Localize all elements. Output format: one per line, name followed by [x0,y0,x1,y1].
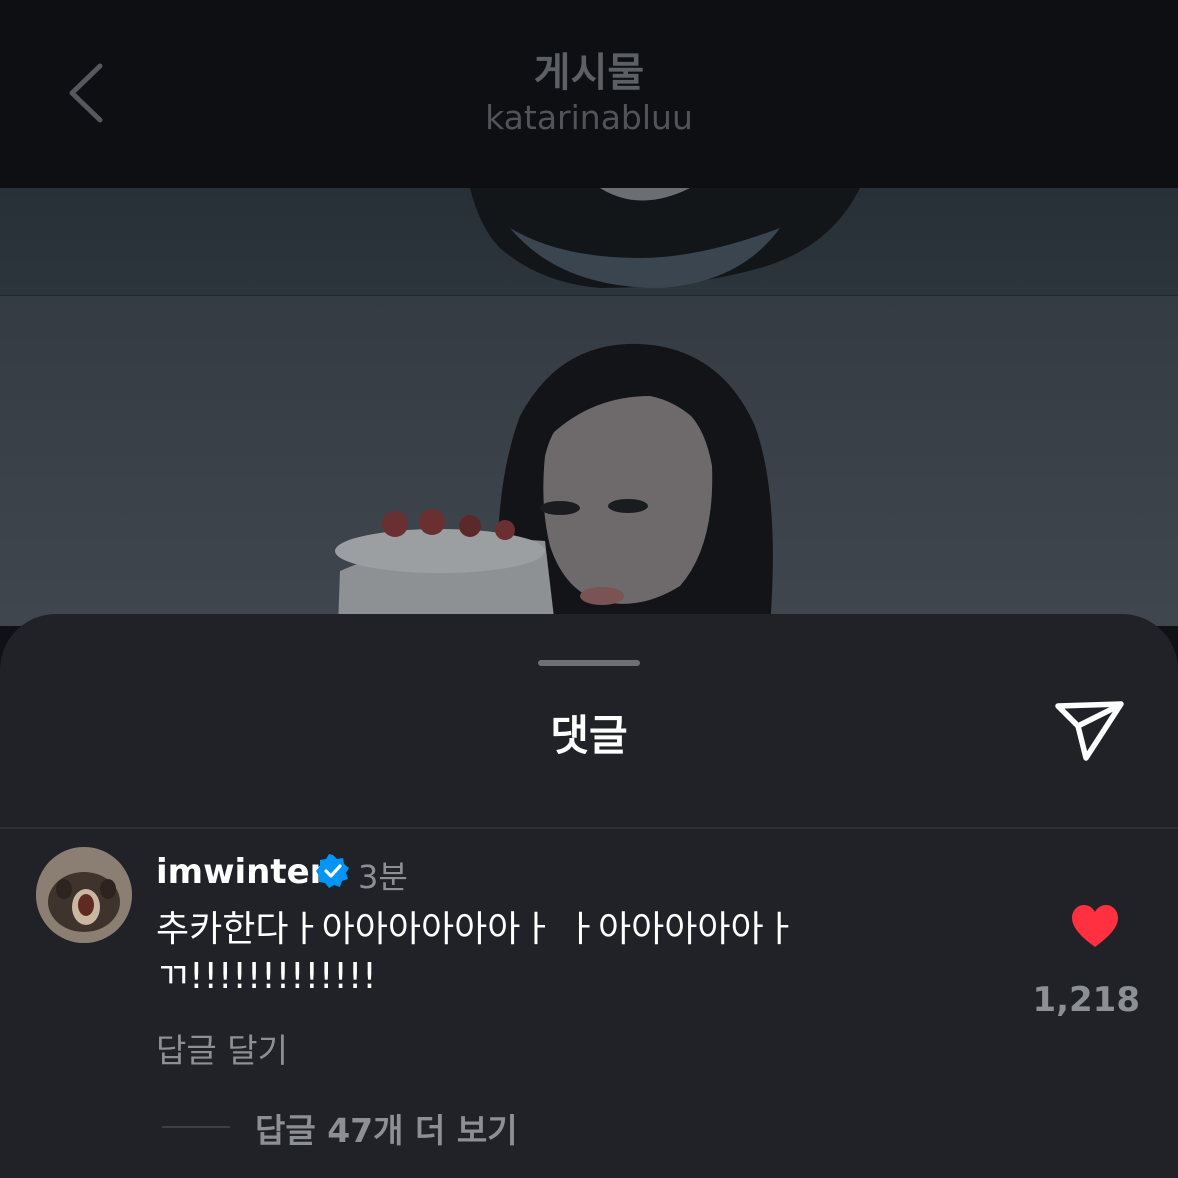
heart-like-icon[interactable] [1070,904,1120,948]
verified-badge-icon [316,854,349,888]
view-more-replies-button[interactable]: 답글 47개 더 보기 [255,1104,518,1152]
photo-illustration [335,343,773,626]
comments-title: 댓글 [550,711,628,760]
photo-top-illustration [470,188,860,288]
comment-username[interactable]: imwinter [156,852,326,892]
avatar[interactable] [36,847,132,943]
reply-button[interactable]: 답글 달기 [156,1024,288,1072]
sheet-grabber[interactable] [538,660,640,666]
replies-line [162,1126,230,1128]
avatar-image [36,847,132,943]
post-author: katarinabluu [485,98,693,137]
post-photo-top [0,188,1178,296]
share-send-icon[interactable] [1054,698,1126,764]
comment-time: 3분 [358,858,408,896]
sheet-divider [0,827,1178,829]
top-bar: 게시물 katarinabluu [0,0,1178,188]
page-title: 게시물 [533,50,645,96]
like-count: 1,218 [1032,980,1140,1020]
post-photo [0,296,1178,626]
comments-sheet: 댓글 imwinter 3분 추카한다ㅏ아아아아아아ㅏ ㅏ아아아아아ㅏㄲ!!!!… [0,614,1178,1178]
comment-text: 추카한다ㅏ아아아아아아ㅏ ㅏ아아아아아ㅏㄲ!!!!!!!!!!!!! [156,909,797,997]
